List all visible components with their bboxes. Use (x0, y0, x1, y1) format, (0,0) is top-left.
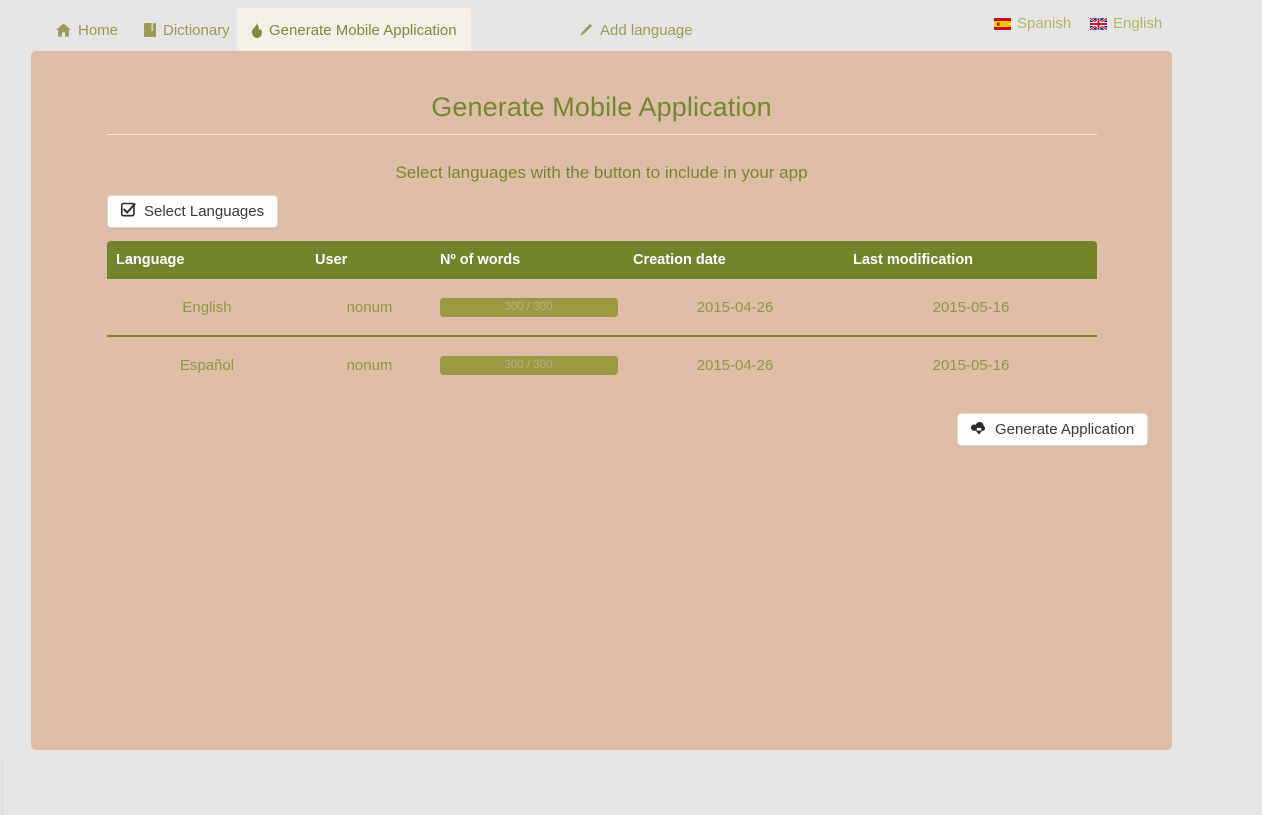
page-title: Generate Mobile Application (431, 92, 772, 122)
cell-language: Español (107, 335, 307, 393)
languages-table: Language User Nº of words Creation date … (107, 241, 1097, 393)
languages-table-head: Language User Nº of words Creation date … (107, 241, 1097, 279)
cell-user: nonum (346, 298, 393, 316)
book-icon (144, 23, 156, 37)
nav-tab-home-label: Home (78, 21, 119, 39)
language-switch-english[interactable]: English (1090, 15, 1162, 32)
languages-table-body: English nonum 300 / 300 2015-04-26 2015-… (107, 279, 1097, 393)
fire-icon (251, 22, 262, 38)
generate-application-button[interactable]: Generate Application (957, 413, 1149, 446)
nav-tab-home[interactable]: Home (42, 8, 132, 52)
table-row[interactable]: Español nonum 300 / 300 2015-04-26 2015-… (107, 335, 1097, 393)
language-switch-english-label: English (1113, 15, 1163, 32)
page-subtitle: Select languages with the button to incl… (395, 163, 808, 182)
column-header-user[interactable]: User (307, 241, 432, 279)
table-row[interactable]: English nonum 300 / 300 2015-04-26 2015-… (107, 279, 1097, 336)
column-header-last-modification[interactable]: Last modification (845, 241, 1097, 279)
cell-creation-date: 2015-04-26 (696, 298, 774, 316)
column-header-number-of-words[interactable]: Nº of words (432, 241, 625, 279)
select-languages-button-label: Select Languages (144, 203, 265, 220)
word-count-progress-label: 300 / 300 (504, 359, 553, 371)
main-content-panel: Generate Mobile Application Select langu… (31, 51, 1172, 750)
title-divider (107, 134, 1097, 135)
cloud-download-icon (970, 421, 987, 439)
cell-creation-date: 2015-04-26 (625, 335, 845, 393)
table-header-row: Language User Nº of words Creation date … (107, 241, 1097, 279)
nav-tab-generate-mobile-application[interactable]: Generate Mobile Application (237, 8, 471, 52)
nav-tab-dictionary-label: Dictionary (163, 21, 230, 39)
nav-tab-add-language[interactable]: Add language (565, 8, 707, 52)
cell-language: English (182, 298, 232, 316)
spain-flag-icon (994, 17, 1011, 30)
language-switch-spanish-label: Spanish (1017, 15, 1072, 32)
nav-tab-generate-mobile-application-label: Generate Mobile Application (269, 21, 457, 39)
nav-tab-add-language-label: Add language (600, 21, 693, 39)
select-languages-button[interactable]: Select Languages (107, 195, 279, 228)
uk-flag-icon (1090, 17, 1107, 30)
generate-application-button-label: Generate Application (995, 421, 1135, 438)
nav-tab-dictionary[interactable]: Dictionary (130, 8, 244, 52)
check-square-icon (120, 202, 136, 221)
top-navigation-bar: Home Dictionary Generate Mobile Applicat… (0, 0, 1262, 52)
home-icon (56, 23, 71, 37)
cell-word-count: 300 / 300 (432, 279, 625, 336)
cell-last-modification: 2015-05-16 (932, 298, 1010, 316)
word-count-progress-bar: 300 / 300 (439, 297, 618, 317)
cell-user: nonum (307, 335, 432, 393)
cell-last-modification: 2015-05-16 (845, 335, 1097, 393)
cell-word-count: 300 / 300 (432, 335, 625, 393)
column-header-language[interactable]: Language (107, 241, 307, 279)
page-edge-line (2, 760, 3, 815)
column-header-creation-date[interactable]: Creation date (625, 241, 845, 279)
language-switch-spanish[interactable]: Spanish (994, 15, 1071, 32)
word-count-progress-label: 300 / 300 (504, 301, 553, 313)
word-count-progress-bar: 300 / 300 (439, 355, 618, 375)
pencil-icon (579, 23, 593, 37)
